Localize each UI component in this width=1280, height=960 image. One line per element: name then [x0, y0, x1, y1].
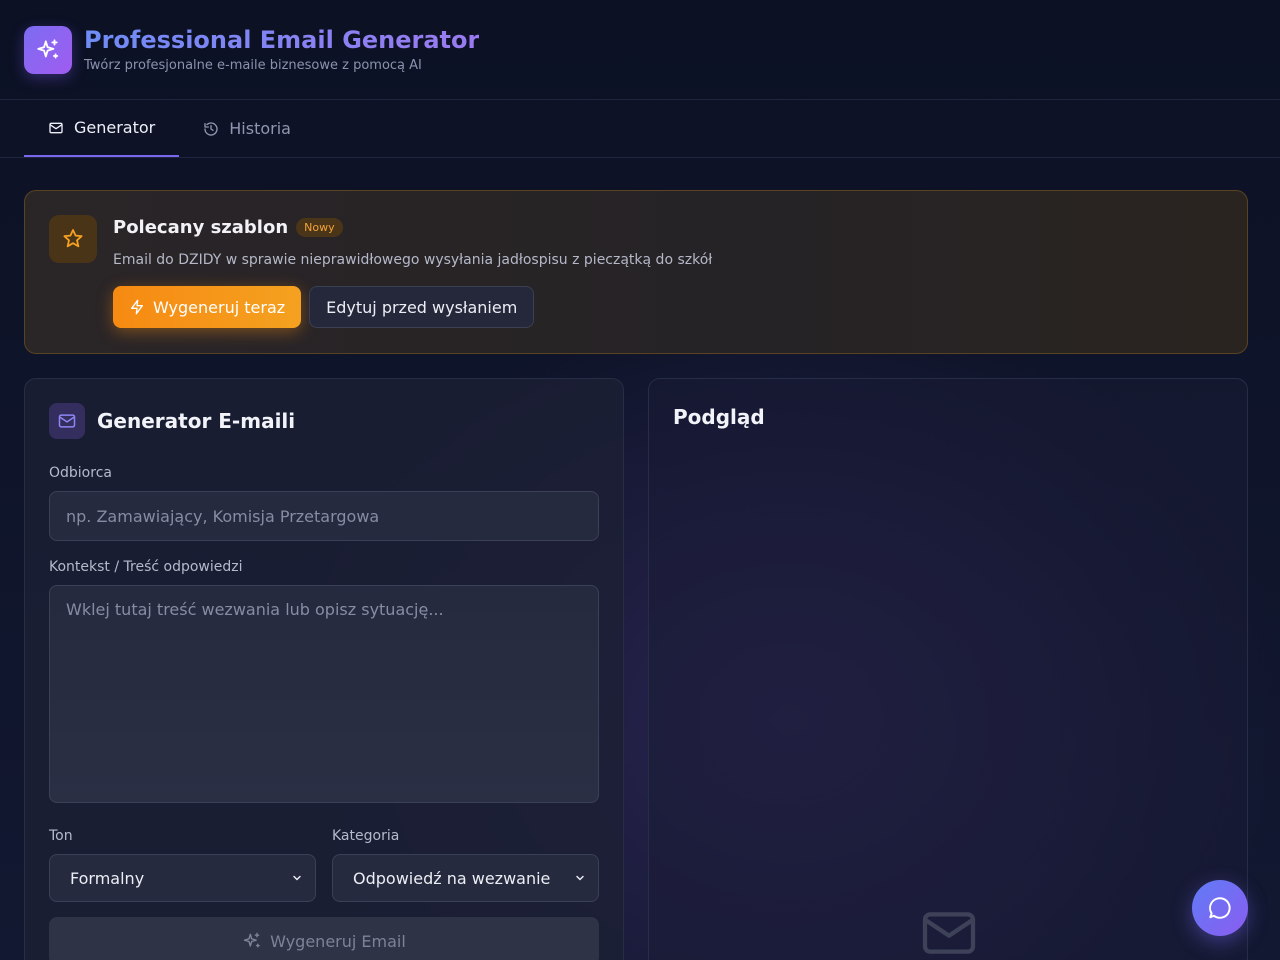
mail-icon: [922, 912, 976, 954]
tone-label: Ton: [49, 828, 73, 844]
edit-before-send-button[interactable]: Edytuj przed wysłaniem: [309, 286, 535, 328]
recipient-input[interactable]: [49, 491, 599, 541]
tone-select-value: Formalny: [70, 868, 145, 888]
featured-description: Email do DZIDY w sprawie nieprawidłowego…: [113, 252, 713, 268]
star-icon: [63, 229, 83, 248]
email-generator-card: Generator E-maili Odbiorca Kontekst / Tr…: [24, 378, 624, 960]
mail-icon: [49, 122, 63, 133]
featured-star-box: [49, 215, 97, 263]
chat-bubble-icon: [1209, 897, 1231, 919]
chevron-down-icon: [576, 875, 584, 881]
category-select[interactable]: Odpowiedź na wezwanie: [332, 854, 599, 902]
context-textarea[interactable]: [49, 585, 599, 803]
tone-select[interactable]: Formalny: [49, 854, 316, 902]
preview-title: Podgląd: [673, 405, 765, 429]
generator-icon-box: [49, 403, 85, 439]
chat-fab-button[interactable]: [1192, 880, 1248, 936]
tab-historia[interactable]: Historia: [179, 100, 315, 157]
new-badge: Nowy: [296, 218, 343, 237]
tab-generator[interactable]: Generator: [24, 100, 180, 157]
recipient-label: Odbiorca: [49, 465, 112, 481]
mail-icon: [58, 414, 76, 428]
tab-generator-label: Generator: [74, 118, 156, 137]
sparkles-icon: [243, 932, 260, 948]
preview-card: Podgląd: [648, 378, 1248, 960]
category-select-value: Odpowiedź na wezwanie: [353, 868, 551, 888]
featured-template-card: Polecany szablon Nowy Email do DZIDY w s…: [24, 190, 1248, 354]
sparkles-icon: [37, 39, 59, 59]
history-icon: [204, 121, 218, 136]
context-label: Kontekst / Treść odpowiedzi: [49, 559, 243, 575]
chevron-down-icon: [293, 875, 301, 881]
lightning-icon: [131, 299, 143, 315]
generate-now-label: Wygeneruj teraz: [153, 297, 286, 317]
tab-bar: Generator Historia: [0, 100, 1280, 158]
app-title: Professional Email Generator: [84, 26, 480, 54]
category-label: Kategoria: [332, 828, 400, 844]
generate-now-button[interactable]: Wygeneruj teraz: [113, 286, 302, 328]
app-subtitle: Twórz profesjonalne e-maile biznesowe z …: [84, 58, 422, 73]
featured-title: Polecany szablon: [113, 217, 289, 238]
generate-email-label: Wygeneruj Email: [270, 931, 406, 951]
app-logo: [24, 26, 72, 74]
generate-email-button[interactable]: Wygeneruj Email: [49, 917, 599, 960]
app-header: Professional Email Generator Twórz profe…: [0, 0, 1280, 100]
generator-title: Generator E-maili: [97, 409, 296, 433]
tab-historia-label: Historia: [229, 119, 291, 138]
